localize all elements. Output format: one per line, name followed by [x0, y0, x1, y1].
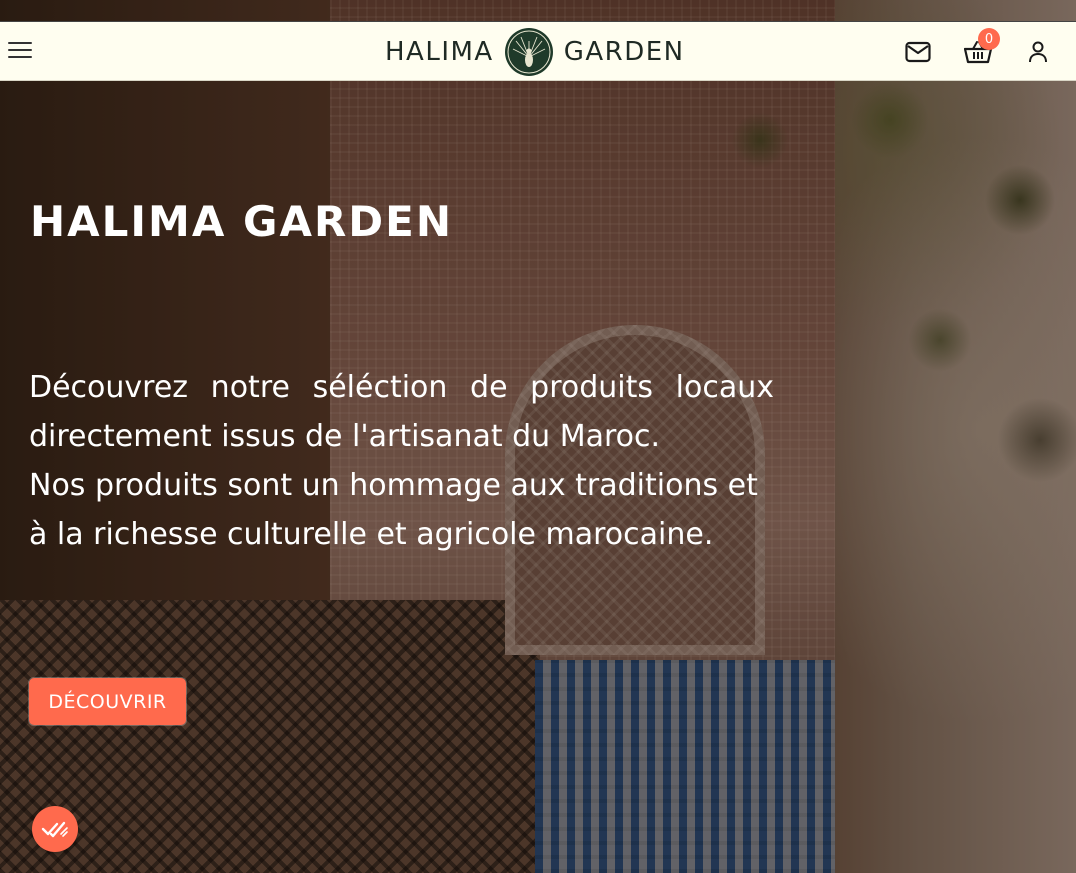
logo-text-left: HALIMA [385, 37, 494, 67]
hero-title: HALIMA GARDEN [30, 197, 453, 246]
site-header: HALIMA GARDEN 0 [0, 21, 1076, 81]
header-actions: 0 [900, 28, 1056, 70]
hero-paragraph: Découvrez notre séléction de produits lo… [29, 370, 774, 454]
logo-text-right: GARDEN [563, 37, 685, 67]
hamburger-menu-icon[interactable] [8, 42, 32, 62]
hero-paragraph: Nos produits sont un hommage aux traditi… [29, 468, 758, 552]
site-logo[interactable]: HALIMA GARDEN [385, 27, 685, 77]
user-icon [1029, 41, 1047, 63]
double-check-icon [41, 821, 68, 838]
envelope-icon [905, 41, 931, 63]
account-button[interactable] [1020, 34, 1056, 70]
cart-count-badge: 0 [978, 28, 1000, 50]
accessibility-button[interactable] [32, 806, 78, 852]
discover-button[interactable]: DÉCOUVRIR [28, 677, 187, 726]
hero-description: Découvrez notre séléction de produits lo… [29, 363, 774, 559]
cart-button[interactable]: 0 [960, 28, 1000, 70]
peacock-emblem-icon [504, 28, 553, 76]
contact-button[interactable] [900, 34, 936, 70]
